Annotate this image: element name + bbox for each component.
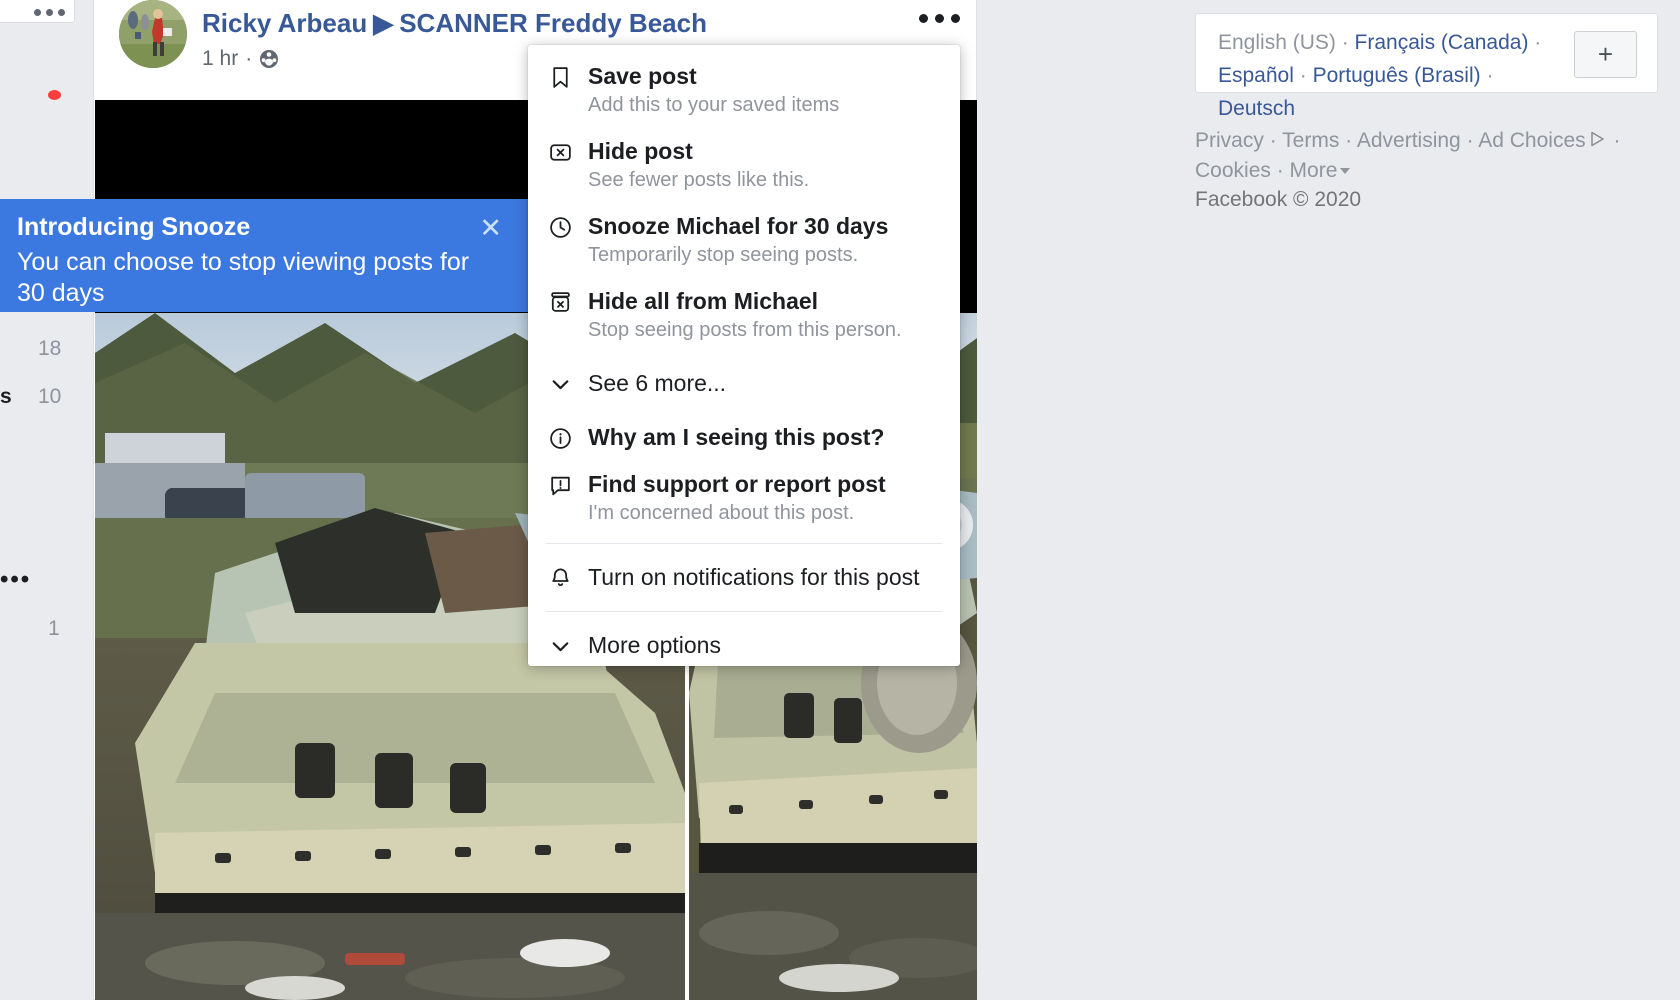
left-sidebar: 18 s 10 ••• 1 [0, 0, 93, 1000]
hide-post-icon [548, 137, 588, 165]
footer-link-ad-choices[interactable]: Ad Choices [1478, 129, 1585, 152]
menu-item-title: Save post [588, 63, 697, 89]
language-link-es[interactable]: Español [1218, 64, 1294, 87]
menu-item-title: Find support or report post [588, 471, 886, 497]
menu-item-hide-all[interactable]: Hide all from Michael Stop seeing posts … [528, 278, 960, 353]
footer-link-advertising[interactable]: Advertising [1357, 129, 1461, 152]
post-timestamp[interactable]: 1 hr [202, 47, 238, 71]
red-dot-indicator [48, 90, 61, 100]
menu-item-see-more[interactable]: See 6 more... [528, 353, 960, 414]
menu-item-subtitle: See fewer posts like this. [588, 169, 810, 191]
close-icon[interactable]: ✕ [479, 215, 502, 242]
post-options-ellipsis-icon[interactable] [919, 14, 960, 23]
post-options-menu: Save post Add this to your saved items H… [528, 45, 960, 666]
snooze-tooltip: Introducing Snooze You can choose to sto… [0, 199, 564, 312]
chevron-down-icon [548, 631, 588, 659]
friends-globe-icon[interactable] [259, 49, 279, 69]
snooze-tooltip-title: Introducing Snooze [17, 213, 251, 241]
chevron-down-icon [548, 369, 588, 397]
post-author-name[interactable]: Ricky Arbeau [202, 8, 367, 38]
menu-item-title: Why am I seeing this post? [588, 424, 885, 450]
post-author-line: Ricky Arbeau ▶ SCANNER Freddy Beach [202, 8, 707, 39]
menu-divider [546, 611, 942, 612]
bell-icon [548, 563, 588, 591]
rail-count-10: 10 [38, 385, 62, 408]
menu-item-subtitle: Add this to your saved items [588, 94, 840, 116]
language-links: English (US) · Français (Canada) · Españ… [1218, 31, 1542, 120]
meta-separator: · [245, 47, 253, 70]
left-sidebar-card [0, 0, 75, 23]
clock-icon [548, 212, 588, 240]
menu-item-save-post[interactable]: Save post Add this to your saved items [528, 53, 960, 128]
language-link-de[interactable]: Deutsch [1218, 97, 1295, 120]
footer-link-cookies[interactable]: Cookies [1195, 159, 1271, 182]
language-selector-card: English (US) · Français (Canada) · Españ… [1195, 13, 1658, 120]
menu-divider [546, 543, 942, 544]
caret-down-icon [1340, 168, 1351, 174]
arrow-right-icon: ▶ [373, 8, 394, 38]
menu-item-turn-on-notifications[interactable]: Turn on notifications for this post [528, 551, 960, 604]
menu-item-snooze[interactable]: Snooze Michael for 30 days Temporarily s… [528, 203, 960, 278]
info-icon [548, 423, 588, 451]
footer-link-privacy[interactable]: Privacy [1195, 129, 1264, 152]
menu-item-title: Turn on notifications for this post [588, 564, 920, 590]
menu-item-hide-post[interactable]: Hide post See fewer posts like this. [528, 128, 960, 203]
menu-item-title: Hide post [588, 138, 693, 164]
language-link-fr[interactable]: Français (Canada) [1355, 31, 1529, 54]
footer-row-1: Privacy · Terms · Advertising · Ad Choic… [1195, 127, 1675, 157]
footer: Privacy · Terms · Advertising · Ad Choic… [1195, 127, 1675, 214]
menu-item-subtitle: Stop seeing posts from this person. [588, 319, 902, 341]
bookmark-icon [548, 62, 588, 90]
menu-item-title: Snooze Michael for 30 days [588, 213, 889, 239]
menu-item-title: More options [588, 632, 721, 658]
footer-row-2: Cookies · More [1195, 157, 1675, 185]
language-link-pt[interactable]: Português (Brasil) [1313, 64, 1481, 87]
snooze-tooltip-body: You can choose to stop viewing posts for… [17, 248, 470, 307]
menu-item-report-post[interactable]: Find support or report post I'm concerne… [528, 461, 960, 536]
footer-link-terms[interactable]: Terms [1282, 129, 1339, 152]
rail-count-18: 18 [38, 337, 62, 360]
footer-copyright: Facebook © 2020 [1195, 188, 1362, 211]
menu-item-why-seeing[interactable]: Why am I seeing this post? [528, 414, 960, 461]
menu-item-more-options[interactable]: More options [528, 619, 960, 672]
post-target-name[interactable]: SCANNER Freddy Beach [399, 8, 707, 38]
ad-choices-icon [1588, 129, 1608, 157]
report-icon [548, 470, 588, 498]
rail-letter: s [0, 385, 12, 408]
footer-link-more[interactable]: More [1290, 159, 1338, 182]
menu-item-subtitle: Temporarily stop seeing posts. [588, 244, 859, 266]
add-language-button[interactable]: + [1574, 31, 1637, 78]
menu-item-title: Hide all from Michael [588, 288, 819, 314]
post-meta: 1 hr · [202, 47, 279, 71]
language-current: English (US) [1218, 31, 1336, 54]
page-root: 18 s 10 ••• 1 Ricky Arbeau ▶ SCANNER Fre… [0, 0, 1680, 1000]
avatar[interactable] [119, 0, 187, 68]
rail-ellipsis-icon[interactable]: ••• [0, 566, 31, 594]
hide-all-icon [548, 287, 588, 315]
ellipsis-icon[interactable] [34, 9, 65, 16]
rail-count-1: 1 [48, 617, 60, 640]
menu-item-title: See 6 more... [588, 370, 727, 396]
menu-item-subtitle: I'm concerned about this post. [588, 502, 855, 524]
